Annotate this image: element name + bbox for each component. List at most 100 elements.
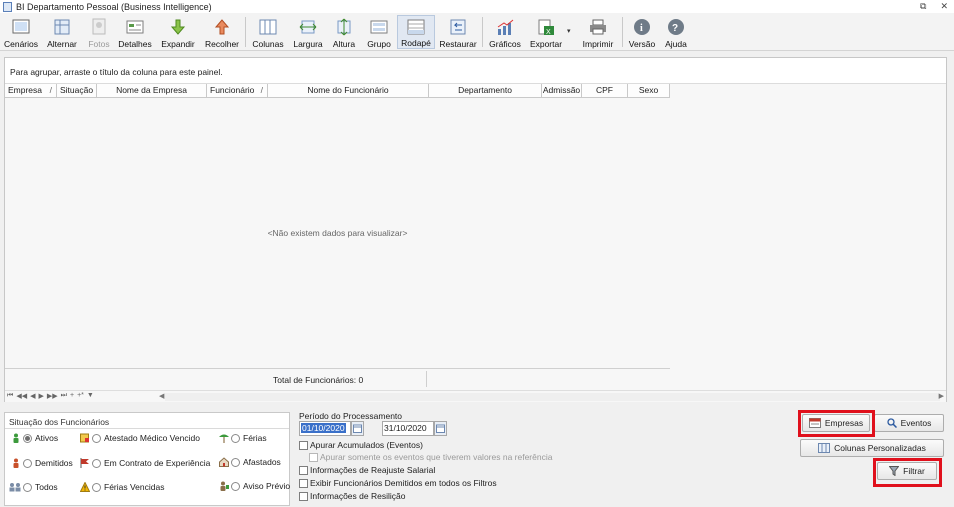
radio-contrato-experiencia[interactable] [92,458,101,468]
check-apurar-acumulados[interactable]: Apurar Acumulados (Eventos) [299,440,423,450]
close-window-icon[interactable]: ✕ [940,0,948,13]
calendar-icon[interactable] [351,421,364,436]
exportar-label: Exportar [529,39,563,49]
option-todos-label: Todos [35,482,58,492]
radio-ferias-vencidas[interactable] [92,482,101,492]
imprimir-button[interactable]: Imprimir [578,15,618,49]
option-afastados[interactable]: Afastados [219,457,281,467]
prev-record-button[interactable]: ◀ [30,392,35,400]
option-ferias-vencidas[interactable]: Férias Vencidas [80,482,164,492]
ajuda-button[interactable]: ? Ajuda [662,15,690,49]
scroll-left-icon[interactable]: ◀ [159,392,164,400]
column-header-departamento[interactable]: Departamento [429,84,542,98]
column-header-empresa[interactable]: Empresa / [5,84,57,98]
height-icon [334,17,354,37]
radio-ferias[interactable] [231,433,240,443]
column-header-admissao[interactable]: Admissão [542,84,582,98]
horizontal-scrollbar[interactable]: ◀ ▶ [159,393,944,401]
column-header-funcionario[interactable]: Funcionário / [207,84,268,98]
restore-icon [448,17,468,37]
radio-atestado-medico-vencido[interactable] [92,433,101,443]
calendar-icon[interactable] [434,421,447,436]
eventos-button[interactable]: Eventos [874,414,944,432]
check-apurar-somente-eventos[interactable]: Apurar somente os eventos que tiverem va… [309,452,552,462]
detalhes-label: Detalhes [118,39,152,49]
altura-button[interactable]: Altura [330,15,358,49]
next-page-button[interactable]: ▶▶ [47,392,58,400]
cenarios-button[interactable]: Cenários [3,15,39,49]
rodape-button[interactable]: Rodapé [397,15,435,49]
check-reajuste-salarial[interactable]: Informações de Reajuste Salarial [299,465,435,475]
expandir-button[interactable]: Expandir [159,15,197,49]
radio-afastados[interactable] [231,457,240,467]
largura-label: Largura [293,39,323,49]
away-icon [219,457,229,467]
checkbox[interactable] [299,465,308,475]
option-ativos-label: Ativos [35,433,59,443]
recolher-button[interactable]: Recolher [203,15,241,49]
radio-todos[interactable] [23,482,32,492]
column-header-nome-funcionario[interactable]: Nome do Funcionário [268,84,429,98]
sort-icon: / [260,85,263,95]
colunas-personalizadas-label: Colunas Personalizadas [834,443,926,453]
ajuda-label: Ajuda [665,39,687,49]
altura-label: Altura [332,39,356,49]
radio-ativos[interactable] [23,433,32,443]
checkbox[interactable] [299,478,308,488]
radio-demitidos[interactable] [23,458,32,468]
first-record-button[interactable]: ⏮ [7,392,13,400]
check-resilicao[interactable]: Informações de Resilição [299,491,405,501]
option-ativos[interactable]: Ativos [11,433,58,443]
check-exibir-demitidos[interactable]: Exibir Funcionários Demitidos em todos o… [299,478,497,488]
column-header-situacao[interactable]: Situação [57,84,97,98]
option-ferias[interactable]: Férias [219,433,267,443]
empty-message: <Não existem dados para visualizar> [267,228,408,238]
scroll-right-icon[interactable]: ▶ [939,392,944,400]
option-aviso-previo[interactable]: Aviso Prévio [219,481,290,491]
option-todos[interactable]: Todos [9,482,58,492]
fotos-button[interactable]: Fotos [85,15,113,49]
colunas-button[interactable]: Colunas [250,15,286,49]
colunas-personalizadas-button[interactable]: Colunas Personalizadas [800,439,944,457]
checkbox[interactable] [299,491,308,501]
grupo-button[interactable]: Grupo [364,15,394,49]
last-record-button[interactable]: ⏭ [61,392,67,400]
versao-button[interactable]: i Versão [626,15,658,49]
append-record-button[interactable]: +* [77,392,84,400]
group-panel[interactable]: Para agrupar, arraste o título da coluna… [5,58,946,84]
exportar-button[interactable]: X Exportar [528,15,564,49]
prev-page-button[interactable]: ◀◀ [16,392,27,400]
end-date-input[interactable]: 31/10/2020 [382,421,434,436]
checkbox[interactable] [299,440,308,450]
filter-dropdown-icon[interactable]: ▼ [87,392,94,400]
option-afastados-label: Afastados [243,457,281,467]
graficos-button[interactable]: Gráficos [487,15,523,49]
start-date-input[interactable]: 01/10/2020 [299,421,351,436]
grid-footer: Total de Funcionários: 0 [5,368,670,388]
option-atestado-medico-vencido[interactable]: Atestado Médico Vencido [80,433,200,443]
check-label: Informações de Reajuste Salarial [310,465,436,475]
next-record-button[interactable]: ▶ [38,392,43,400]
detalhes-button[interactable]: Detalhes [117,15,153,49]
option-contrato-experiencia[interactable]: Em Contrato de Experiência [80,458,210,468]
option-demitidos[interactable]: Demitidos [11,458,73,468]
largura-button[interactable]: Largura [292,15,324,49]
alternar-button[interactable]: Alternar [45,15,79,49]
column-header-sexo[interactable]: Sexo [628,84,670,98]
help-icon: ? [666,17,686,37]
restore-window-icon[interactable]: ⧉ [920,0,926,13]
highlight-filtrar [873,458,942,487]
column-header-nome-empresa[interactable]: Nome da Empresa [97,84,207,98]
footer-icon [406,18,426,36]
svg-text:?: ? [672,23,678,34]
version-icon: i [632,17,652,37]
column-header-cpf[interactable]: CPF [582,84,628,98]
restaurar-button[interactable]: Restaurar [438,15,478,49]
group-icon [369,17,389,37]
export-dropdown-arrow-icon[interactable]: ▾ [567,27,571,35]
insert-record-button[interactable]: + [70,392,74,400]
expand-icon [168,17,188,37]
collapse-icon [212,17,232,37]
radio-aviso-previo[interactable] [231,481,240,491]
checkbox[interactable] [309,452,318,462]
